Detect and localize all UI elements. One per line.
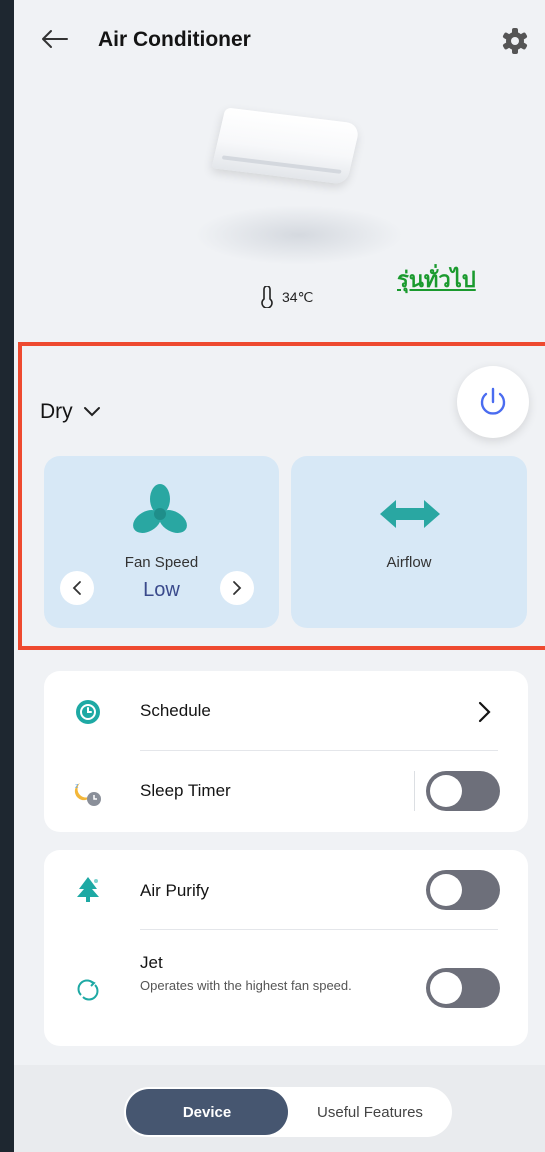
air-purify-label: Air Purify bbox=[140, 881, 209, 900]
toggle-knob bbox=[430, 874, 462, 906]
thermometer-icon bbox=[261, 286, 273, 308]
jet-swirl-icon bbox=[74, 976, 102, 1004]
mode-selector[interactable]: Dry bbox=[40, 400, 101, 424]
tab-device[interactable]: Device bbox=[126, 1089, 288, 1135]
sleep-timer-label: Sleep Timer bbox=[140, 781, 231, 800]
schedule-list: Schedule z Sleep Timer bbox=[44, 671, 528, 832]
ac-illustration bbox=[164, 85, 424, 285]
divider-vertical bbox=[414, 771, 415, 811]
toggle-knob bbox=[430, 775, 462, 807]
model-type-label: รุ่นทั่วไป bbox=[397, 268, 476, 293]
chevron-left-icon bbox=[72, 581, 81, 595]
airflow-label: Airflow bbox=[386, 554, 432, 571]
tab-useful-features[interactable]: Useful Features bbox=[290, 1089, 450, 1135]
sleep-moon-icon: z bbox=[74, 779, 102, 807]
toggle-knob bbox=[430, 972, 462, 1004]
temperature-value: 34℃ bbox=[282, 288, 314, 305]
fan-speed-label: Fan Speed bbox=[124, 554, 199, 571]
indoor-temperature: 34℃ bbox=[260, 286, 313, 308]
svg-text:z: z bbox=[75, 783, 79, 790]
power-button[interactable] bbox=[457, 366, 529, 438]
bottom-tab-bar: Device Useful Features bbox=[14, 1065, 545, 1152]
list-item-air-purify: Air Purify bbox=[44, 850, 528, 930]
mode-label: Dry bbox=[40, 400, 73, 423]
tree-icon bbox=[74, 875, 102, 903]
schedule-label: Schedule bbox=[140, 701, 211, 720]
jet-label: Jet bbox=[140, 953, 163, 972]
airflow-card[interactable]: Airflow bbox=[291, 456, 527, 628]
features-list: Air Purify Jet Operates with the highest… bbox=[44, 850, 528, 1046]
fan-speed-increase-button[interactable] bbox=[220, 571, 254, 605]
power-icon bbox=[480, 387, 506, 415]
sleep-timer-toggle[interactable] bbox=[426, 771, 500, 811]
jet-toggle[interactable] bbox=[426, 968, 500, 1008]
settings-button[interactable] bbox=[498, 24, 532, 58]
arrow-left-icon bbox=[42, 30, 68, 48]
gear-icon bbox=[502, 28, 528, 54]
app-screen: Air Conditioner รุ่นทั่วไป 34℃ Dry Fan S… bbox=[14, 0, 545, 1152]
divider bbox=[140, 750, 498, 751]
fan-icon bbox=[133, 484, 187, 533]
air-purify-toggle[interactable] bbox=[426, 870, 500, 910]
airflow-arrows-icon bbox=[380, 500, 440, 528]
chevron-right-icon bbox=[233, 581, 242, 595]
fan-speed-card[interactable]: Fan Speed Low bbox=[44, 456, 279, 628]
page-title: Air Conditioner bbox=[98, 28, 251, 51]
chevron-down-icon bbox=[83, 407, 100, 417]
clock-icon bbox=[74, 698, 102, 726]
list-item-schedule[interactable]: Schedule bbox=[44, 671, 528, 753]
back-button[interactable] bbox=[38, 22, 72, 56]
chevron-right-icon[interactable] bbox=[472, 700, 496, 724]
tab-switcher: Device Useful Features bbox=[124, 1087, 452, 1137]
list-item-jet: Jet Operates with the highest fan speed. bbox=[44, 930, 528, 1046]
fan-speed-decrease-button[interactable] bbox=[60, 571, 94, 605]
jet-description: Operates with the highest fan speed. bbox=[140, 978, 352, 993]
